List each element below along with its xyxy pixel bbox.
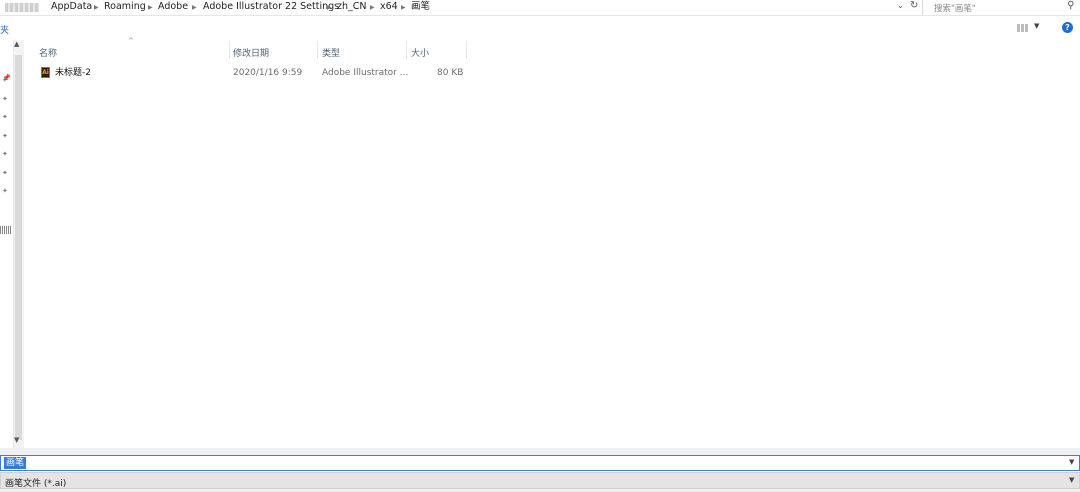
filename-combobox[interactable]: 画笔 ▼ (0, 455, 1080, 471)
column-header-date[interactable]: 修改日期 (233, 46, 269, 59)
column-divider[interactable] (466, 41, 467, 59)
breadcrumb-x64[interactable]: x64 (380, 1, 398, 13)
column-header-type[interactable]: 类型 (322, 46, 340, 59)
pin-icon: ✦ (2, 150, 8, 158)
breadcrumb-adobe[interactable]: Adobe (158, 1, 188, 13)
chevron-right-icon[interactable]: ▶ (327, 2, 332, 14)
chevron-down-icon[interactable]: ⌄ (897, 1, 904, 10)
breadcrumb-brushes[interactable]: 画笔 (411, 1, 430, 13)
search-box[interactable]: 搜索"画笔" ⚲ (927, 0, 1080, 15)
column-divider[interactable] (406, 41, 407, 59)
view-options-icon[interactable] (1017, 24, 1028, 32)
pin-icon: ✦ (2, 132, 8, 140)
column-divider[interactable] (229, 41, 230, 59)
pane-resize-grip[interactable] (0, 226, 12, 234)
chevron-right-icon[interactable]: ▶ (370, 2, 375, 14)
filename-field[interactable]: 画笔 (4, 457, 27, 469)
file-type: Adobe Illustrator ... (322, 68, 409, 78)
breadcrumb-illustrator-settings[interactable]: Adobe Illustrator 22 Settings (203, 1, 339, 13)
refresh-icon[interactable]: ↻ (910, 0, 918, 11)
chevron-right-icon[interactable]: ▶ (401, 2, 406, 14)
chevron-down-icon[interactable]: ▼ (1069, 458, 1074, 466)
column-header-name[interactable]: 名称 (39, 46, 57, 59)
nav-scrollbar-thumb[interactable] (15, 55, 22, 440)
file-name[interactable]: 未标题-2 (55, 67, 91, 79)
breadcrumb-appdata[interactable]: AppData (51, 1, 92, 13)
chevron-down-icon[interactable]: ▼ (1034, 22, 1039, 30)
help-icon[interactable]: ? (1062, 22, 1073, 33)
chevron-right-icon[interactable]: ▶ (192, 2, 197, 14)
toolbar: 夹 ▼ ? (0, 17, 1080, 39)
chevron-right-icon[interactable]: ▶ (94, 2, 99, 14)
table-row[interactable]: Ai 未标题-2 2020/1/16 9:59 Adobe Illustrato… (36, 64, 468, 81)
address-bar[interactable]: AppData ▶ Roaming ▶ Adobe ▶ Adobe Illust… (0, 0, 923, 15)
filetype-value: 画笔文件 (*.ai) (5, 479, 67, 489)
file-date: 2020/1/16 9:59 (233, 68, 303, 78)
blurred-path-segment (5, 3, 39, 12)
ai-file-icon: Ai (41, 67, 50, 78)
new-folder-button[interactable]: 夹 (0, 23, 9, 36)
pin-icon: ✦ (2, 187, 8, 195)
chevron-right-icon[interactable]: ▶ (148, 2, 153, 14)
address-bar-row: AppData ▶ Roaming ▶ Adobe ▶ Adobe Illust… (0, 0, 1080, 16)
file-size: 80 KB (437, 68, 464, 78)
pin-icon: ✦ (2, 95, 8, 103)
pin-icon: ✦ (2, 113, 8, 121)
pin-icon: ✦ (2, 76, 8, 84)
chevron-up-icon[interactable]: ▲ (14, 40, 19, 48)
search-input[interactable]: 搜索"画笔" (934, 2, 976, 14)
search-icon[interactable]: ⚲ (1067, 0, 1074, 11)
column-header-size[interactable]: 大小 (411, 46, 429, 59)
column-divider[interactable] (317, 41, 318, 59)
sort-ascending-icon: ^ (128, 37, 134, 45)
column-header-row: 名称 修改日期 类型 大小 (24, 40, 1080, 59)
breadcrumb-zh-cn[interactable]: zh_CN (337, 1, 367, 13)
chevron-down-icon[interactable]: ▼ (1069, 476, 1074, 484)
filetype-select[interactable]: 画笔文件 (*.ai) ▼ (0, 472, 1080, 489)
pane-separator (0, 448, 1080, 455)
chevron-down-icon[interactable]: ▼ (14, 436, 19, 444)
breadcrumb-roaming[interactable]: Roaming (104, 1, 146, 13)
pin-icon: ✦ (2, 169, 8, 177)
